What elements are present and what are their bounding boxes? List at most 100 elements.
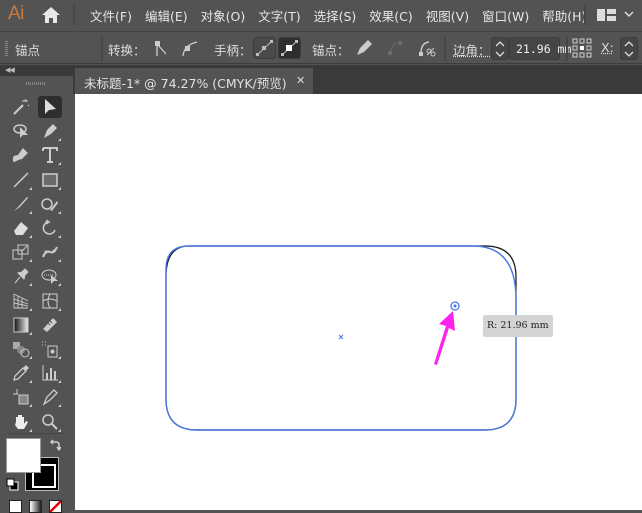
tool-measure[interactable]	[38, 314, 62, 336]
tool-puppet-warp[interactable]	[38, 241, 62, 263]
menu-help[interactable]: 帮助(H)	[542, 6, 586, 25]
x-label[interactable]: X:	[601, 40, 614, 55]
eraser-icon	[14, 222, 28, 235]
tool-rotate[interactable]	[38, 217, 62, 239]
tool-lasso[interactable]	[9, 120, 33, 142]
tool-gradient[interactable]	[9, 314, 33, 336]
tool-rectangle[interactable]	[38, 169, 62, 191]
lasso-icon	[13, 124, 28, 139]
hand-icon	[15, 414, 28, 429]
menu-type[interactable]: 文字(T)	[258, 6, 300, 25]
tool-paintbrush[interactable]	[9, 193, 33, 215]
fill-swatch[interactable]	[6, 438, 41, 473]
blend-icon	[13, 342, 30, 358]
show-handles-button[interactable]	[253, 37, 276, 59]
chevron-down-icon[interactable]	[624, 9, 634, 19]
shape-builder-icon	[41, 269, 58, 285]
menu-edit[interactable]: 编辑(E)	[145, 6, 188, 25]
tool-shape-builder[interactable]	[38, 265, 62, 287]
remove-anchor-icon[interactable]	[355, 39, 373, 57]
cut-path-icon[interactable]	[418, 39, 436, 57]
artboard-canvas[interactable]: R: 21.96 mm	[75, 94, 642, 510]
menu-divider	[73, 5, 75, 25]
original-rounded-rectangle	[165, 245, 517, 431]
artboard-icon	[13, 389, 29, 405]
menu-effect[interactable]: 效果(C)	[369, 6, 412, 25]
tool-perspective-grid[interactable]	[9, 290, 33, 312]
tool-type[interactable]	[38, 144, 62, 166]
tool-selection[interactable]	[38, 96, 62, 118]
document-tab[interactable]: 未标题-1* @ 74.27% (CMYK/预览) ✕	[75, 68, 313, 94]
panel-header: ◀◀	[0, 65, 73, 76]
handles-label: 手柄：	[214, 43, 252, 58]
tool-hand[interactable]	[9, 411, 33, 433]
magic-wand-icon	[13, 98, 30, 115]
reference-point-icon[interactable]	[572, 38, 592, 58]
artwork	[165, 245, 517, 431]
home-icon[interactable]	[41, 6, 61, 24]
tool-flyout-indicator	[58, 428, 61, 432]
tool-column-graph[interactable]	[38, 362, 62, 384]
anchors-label: 锚点：	[312, 43, 350, 58]
hide-handles-button[interactable]	[278, 37, 301, 59]
default-colors-icon[interactable]	[6, 478, 19, 491]
convert-to-smooth-icon[interactable]	[181, 40, 199, 57]
tool-magic-wand[interactable]	[9, 96, 33, 118]
tool-eyedropper[interactable]	[9, 362, 33, 384]
tool-flyout-indicator	[29, 331, 32, 335]
tool-blend[interactable]	[9, 338, 33, 360]
corner-radius-input[interactable]: 21.96 mm	[509, 37, 571, 60]
line-segment-icon	[13, 172, 29, 188]
panel-grip[interactable]	[5, 41, 8, 57]
convert-label: 转换：	[108, 43, 146, 58]
workspace-switcher-icon[interactable]	[597, 9, 616, 21]
tool-symbol-sprayer[interactable]	[38, 338, 62, 360]
gradient-mode-button[interactable]	[29, 500, 42, 513]
tool-mesh[interactable]	[38, 290, 62, 312]
menu-window[interactable]: 窗口(W)	[482, 6, 529, 25]
context-label: 锚点	[15, 43, 41, 58]
tool-pen[interactable]	[38, 120, 62, 142]
menu-file[interactable]: 文件(F)	[90, 6, 132, 25]
menu-object[interactable]: 对象(O)	[201, 6, 246, 25]
tool-flyout-indicator	[29, 404, 32, 408]
tool-line-segment[interactable]	[9, 169, 33, 191]
tool-free-transform[interactable]	[9, 241, 33, 263]
tool-zoom[interactable]	[38, 411, 62, 433]
eyedropper-icon	[13, 365, 29, 382]
none-mode-button[interactable]	[49, 500, 62, 513]
corner-label[interactable]: 边角：	[453, 40, 491, 59]
tool-artboard[interactable]	[9, 386, 33, 408]
column-graph-icon	[42, 365, 58, 381]
corner-widget-handle[interactable]	[450, 301, 460, 311]
zoom-icon	[42, 413, 58, 430]
menu-select[interactable]: 选择(S)	[314, 6, 357, 25]
menu-view[interactable]: 视图(V)	[426, 6, 469, 25]
tool-curvature[interactable]	[9, 144, 33, 166]
annotation-arrow	[434, 311, 455, 365]
tool-slice[interactable]	[38, 386, 62, 408]
tool-flyout-indicator	[58, 283, 61, 287]
collapse-panel-icon[interactable]: ◀◀	[5, 66, 15, 74]
type-icon	[42, 147, 58, 164]
tool-flyout-indicator	[58, 259, 61, 263]
tool-eraser[interactable]	[9, 217, 33, 239]
free-transform-icon	[12, 244, 29, 260]
swap-fill-stroke-icon[interactable]	[49, 439, 61, 451]
menu-bar: Ai 文件(F) 编辑(E) 对象(O) 文字(T) 选择(S) 效果(C) 视…	[0, 0, 642, 30]
x-spinner[interactable]	[620, 37, 638, 60]
convert-to-corner-icon[interactable]	[152, 40, 168, 57]
document-tab-bar: 未标题-1* @ 74.27% (CMYK/预览) ✕	[73, 65, 642, 94]
connect-anchors-icon	[388, 41, 402, 55]
close-icon[interactable]: ✕	[296, 74, 305, 87]
tool-flyout-indicator	[58, 210, 61, 214]
panel-grip[interactable]	[26, 82, 46, 85]
tool-flyout-indicator	[58, 356, 61, 359]
divider	[101, 37, 103, 61]
tool-flyout-indicator	[58, 138, 61, 142]
tool-shaper[interactable]	[38, 193, 62, 215]
color-mode-button[interactable]	[9, 500, 22, 513]
corner-spinner[interactable]	[491, 37, 509, 60]
curvature-icon	[12, 148, 28, 163]
tool-pin[interactable]	[9, 265, 33, 287]
